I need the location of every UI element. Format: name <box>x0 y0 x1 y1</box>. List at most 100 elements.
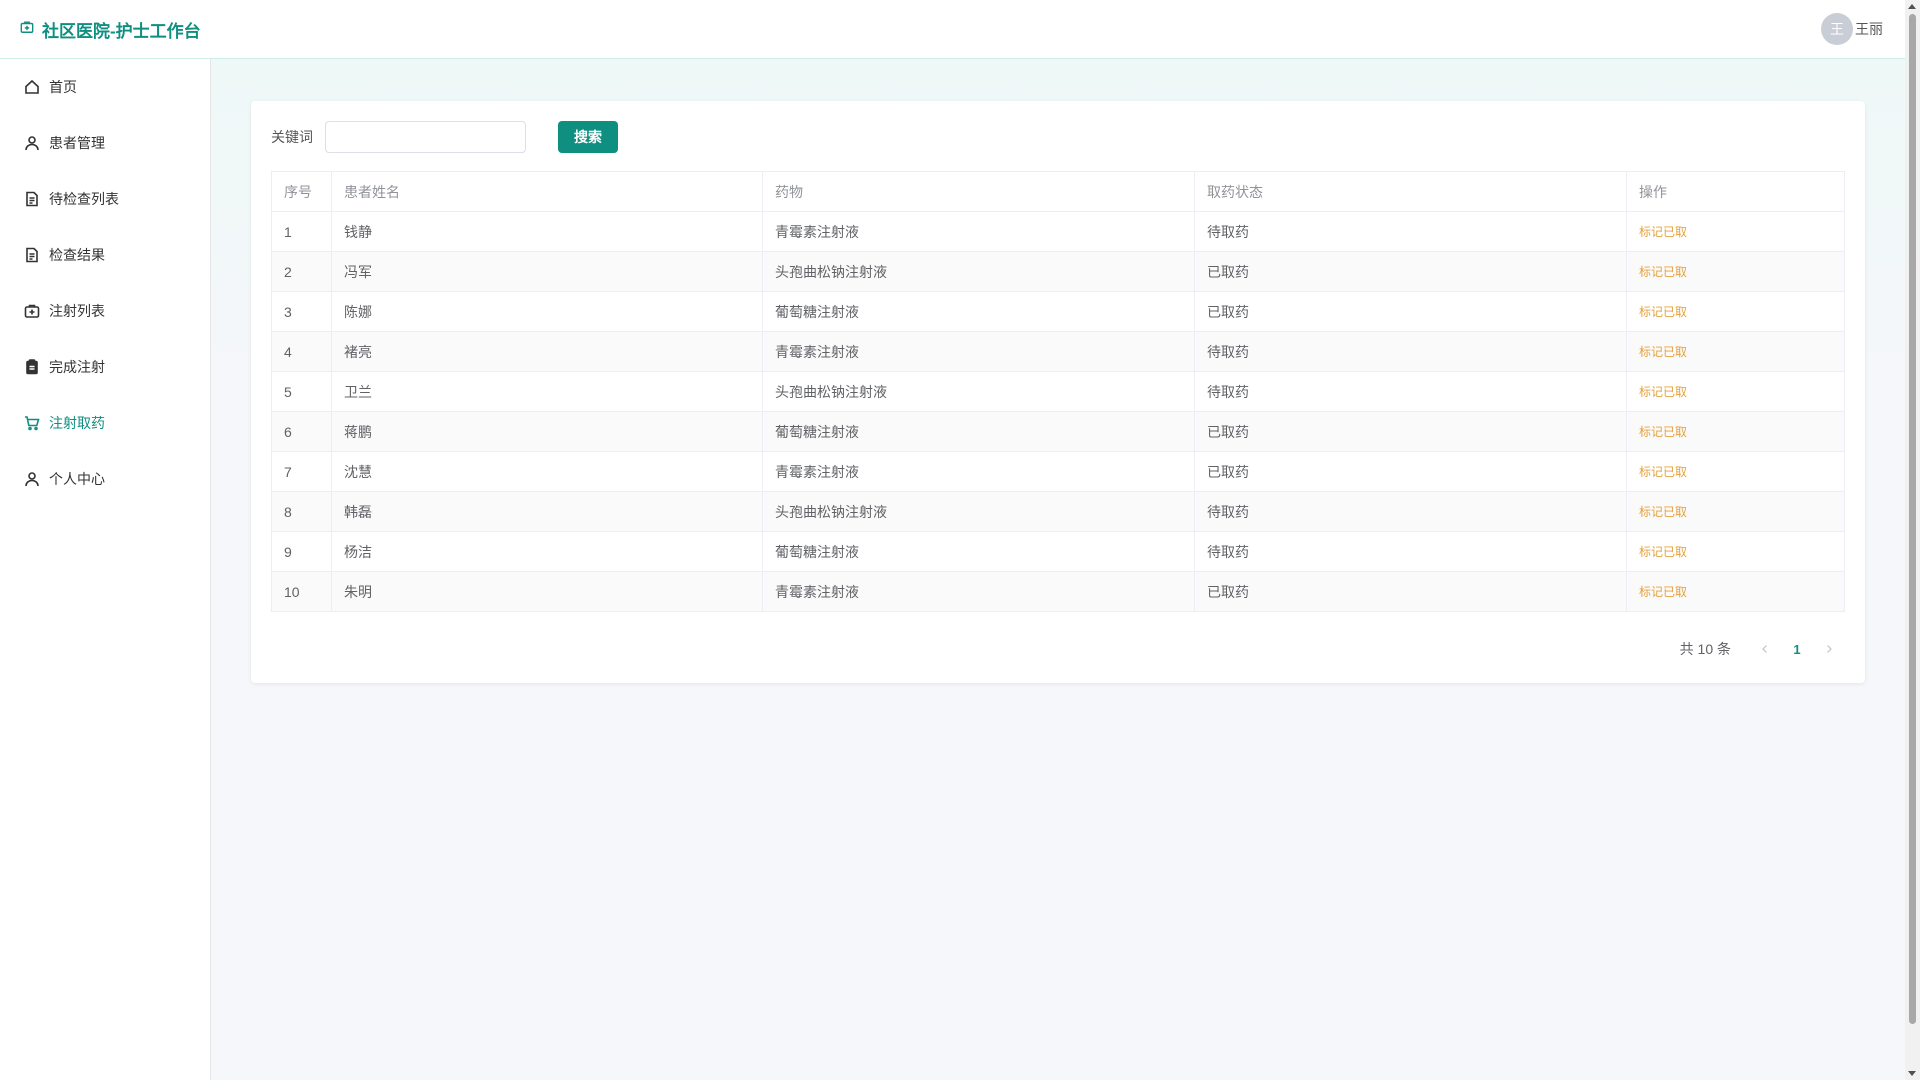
pickup-status-cell: 待取药 <box>1194 491 1627 532</box>
column-header: 药物 <box>762 171 1195 212</box>
pickup-status-cell: 已取药 <box>1194 571 1627 612</box>
table-header-row: 序号 患者姓名 药物 取药状态 操作 <box>271 171 1845 212</box>
patient-name-cell: 冯军 <box>331 251 763 292</box>
table-row: 2 冯军 头孢曲松钠注射液 已取药 标记已取 <box>271 251 1845 292</box>
patient-name-cell: 蒋鹏 <box>331 411 763 452</box>
mark-picked-button[interactable]: 标记已取 <box>1639 225 1687 239</box>
sidebar-item-label: 检查结果 <box>49 247 105 263</box>
mark-picked-button[interactable]: 标记已取 <box>1639 425 1687 439</box>
mark-picked-button[interactable]: 标记已取 <box>1639 585 1687 599</box>
pickup-status-cell: 待取药 <box>1194 331 1627 372</box>
medication-cell: 葡萄糖注射液 <box>762 411 1195 452</box>
mark-picked-button[interactable]: 标记已取 <box>1639 305 1687 319</box>
sidebar-item-patients[interactable]: 患者管理 <box>0 115 210 171</box>
mark-picked-link-cell: 标记已取 <box>1626 251 1845 292</box>
column-header: 序号 <box>271 171 332 212</box>
search-bar: 关键词 搜索 <box>271 121 1845 153</box>
medication-cell: 头孢曲松钠注射液 <box>762 251 1195 292</box>
user-name[interactable]: 王丽 <box>1855 19 1883 39</box>
mark-picked-button[interactable]: 标记已取 <box>1639 465 1687 479</box>
row-index-cell: 1 <box>271 211 332 252</box>
patient-name-cell: 朱明 <box>331 571 763 612</box>
mark-picked-link-cell: 标记已取 <box>1626 331 1845 372</box>
sidebar-item-exam-results[interactable]: 检查结果 <box>0 227 210 283</box>
sidebar-item-label: 首页 <box>49 79 77 95</box>
patient-name-cell: 陈娜 <box>331 291 763 332</box>
pickup-status-cell: 已取药 <box>1194 291 1627 332</box>
mark-picked-link-cell: 标记已取 <box>1626 531 1845 572</box>
next-page-icon[interactable] <box>1813 635 1845 663</box>
patient-name-cell: 褚亮 <box>331 331 763 372</box>
sidebar-item-label: 患者管理 <box>49 135 105 151</box>
search-button[interactable]: 搜索 <box>558 121 618 153</box>
row-index-cell: 5 <box>271 371 332 412</box>
prev-page-icon[interactable] <box>1749 635 1781 663</box>
row-index-cell: 6 <box>271 411 332 452</box>
mark-picked-button[interactable]: 标记已取 <box>1639 265 1687 279</box>
scroll-up-icon[interactable] <box>1908 4 1916 9</box>
table-row: 5 卫兰 头孢曲松钠注射液 待取药 标记已取 <box>271 371 1845 412</box>
pickup-status-cell: 已取药 <box>1194 451 1627 492</box>
avatar[interactable]: 王 <box>1821 13 1853 45</box>
medication-pickup-table: 序号 患者姓名 药物 取药状态 操作 1 钱静 青霉素注射液 待取药 标记已取 2 冯军 头孢… <box>271 171 1845 612</box>
mark-picked-button[interactable]: 标记已取 <box>1639 385 1687 399</box>
sidebar: 首页 患者管理 待检查列表 检查结果 注射列表 完成注射 注射取药 个人中心 <box>0 59 211 1080</box>
sidebar-item-label: 完成注射 <box>49 359 105 375</box>
sidebar-item-label: 个人中心 <box>49 471 105 487</box>
row-index-cell: 8 <box>271 491 332 532</box>
row-index-cell: 10 <box>271 571 332 612</box>
sidebar-item-home[interactable]: 首页 <box>0 59 210 115</box>
column-header: 取药状态 <box>1194 171 1627 212</box>
document-icon <box>26 247 38 263</box>
medication-cell: 青霉素注射液 <box>762 331 1195 372</box>
table-row: 7 沈慧 青霉素注射液 已取药 标记已取 <box>271 451 1845 492</box>
pickup-status-cell: 已取药 <box>1194 411 1627 452</box>
mark-picked-link-cell: 标记已取 <box>1626 371 1845 412</box>
user-icon <box>25 472 39 487</box>
medication-cell: 青霉素注射液 <box>762 571 1195 612</box>
mark-picked-button[interactable]: 标记已取 <box>1639 545 1687 559</box>
keyword-input[interactable] <box>325 121 526 153</box>
medication-cell: 头孢曲松钠注射液 <box>762 371 1195 412</box>
table-row: 10 朱明 青霉素注射液 已取药 标记已取 <box>271 571 1845 612</box>
medication-cell: 葡萄糖注射液 <box>762 291 1195 332</box>
user-icon <box>25 136 39 151</box>
sidebar-item-injection-list[interactable]: 注射列表 <box>0 283 210 339</box>
mark-picked-button[interactable]: 标记已取 <box>1639 505 1687 519</box>
mark-picked-link-cell: 标记已取 <box>1626 411 1845 452</box>
sidebar-item-pending-exams[interactable]: 待检查列表 <box>0 171 210 227</box>
user-menu[interactable]: 王 王丽 <box>1821 13 1883 45</box>
row-index-cell: 2 <box>271 251 332 292</box>
row-index-cell: 3 <box>271 291 332 332</box>
medication-cell: 头孢曲松钠注射液 <box>762 491 1195 532</box>
main-content: 关键词 搜索 序号 患者姓名 药物 取药状态 操作 1 钱静 青霉素注射液 待取药 标记… <box>211 59 1905 1080</box>
mark-picked-button[interactable]: 标记已取 <box>1639 345 1687 359</box>
scroll-down-icon[interactable] <box>1908 1071 1916 1076</box>
patient-name-cell: 沈慧 <box>331 451 763 492</box>
mark-picked-link-cell: 标记已取 <box>1626 211 1845 252</box>
row-index-cell: 4 <box>271 331 332 372</box>
sidebar-item-complete-injection[interactable]: 完成注射 <box>0 339 210 395</box>
patient-name-cell: 杨洁 <box>331 531 763 572</box>
scroll-thumb[interactable] <box>1909 14 1916 1024</box>
mark-picked-link-cell: 标记已取 <box>1626 491 1845 532</box>
page-number[interactable]: 1 <box>1781 635 1813 663</box>
sidebar-item-injection-pickup[interactable]: 注射取药 <box>0 395 210 451</box>
medical-kit-icon <box>24 304 40 318</box>
clipboard-icon <box>26 359 38 375</box>
row-index-cell: 9 <box>271 531 332 572</box>
column-header: 操作 <box>1626 171 1845 212</box>
app-title: 社区医院-护士工作台 <box>42 21 201 41</box>
content-card: 关键词 搜索 序号 患者姓名 药物 取药状态 操作 1 钱静 青霉素注射液 待取药 标记… <box>251 101 1865 683</box>
medical-kit-icon <box>20 19 34 39</box>
sidebar-item-profile[interactable]: 个人中心 <box>0 451 210 507</box>
page-scrollbar[interactable] <box>1905 0 1920 1080</box>
home-icon <box>25 79 39 94</box>
patient-name-cell: 韩磊 <box>331 491 763 532</box>
row-index-cell: 7 <box>271 451 332 492</box>
pickup-status-cell: 待取药 <box>1194 531 1627 572</box>
medication-cell: 青霉素注射液 <box>762 211 1195 252</box>
patient-name-cell: 钱静 <box>331 211 763 252</box>
search-label: 关键词 <box>271 129 313 145</box>
table-row: 8 韩磊 头孢曲松钠注射液 待取药 标记已取 <box>271 491 1845 532</box>
